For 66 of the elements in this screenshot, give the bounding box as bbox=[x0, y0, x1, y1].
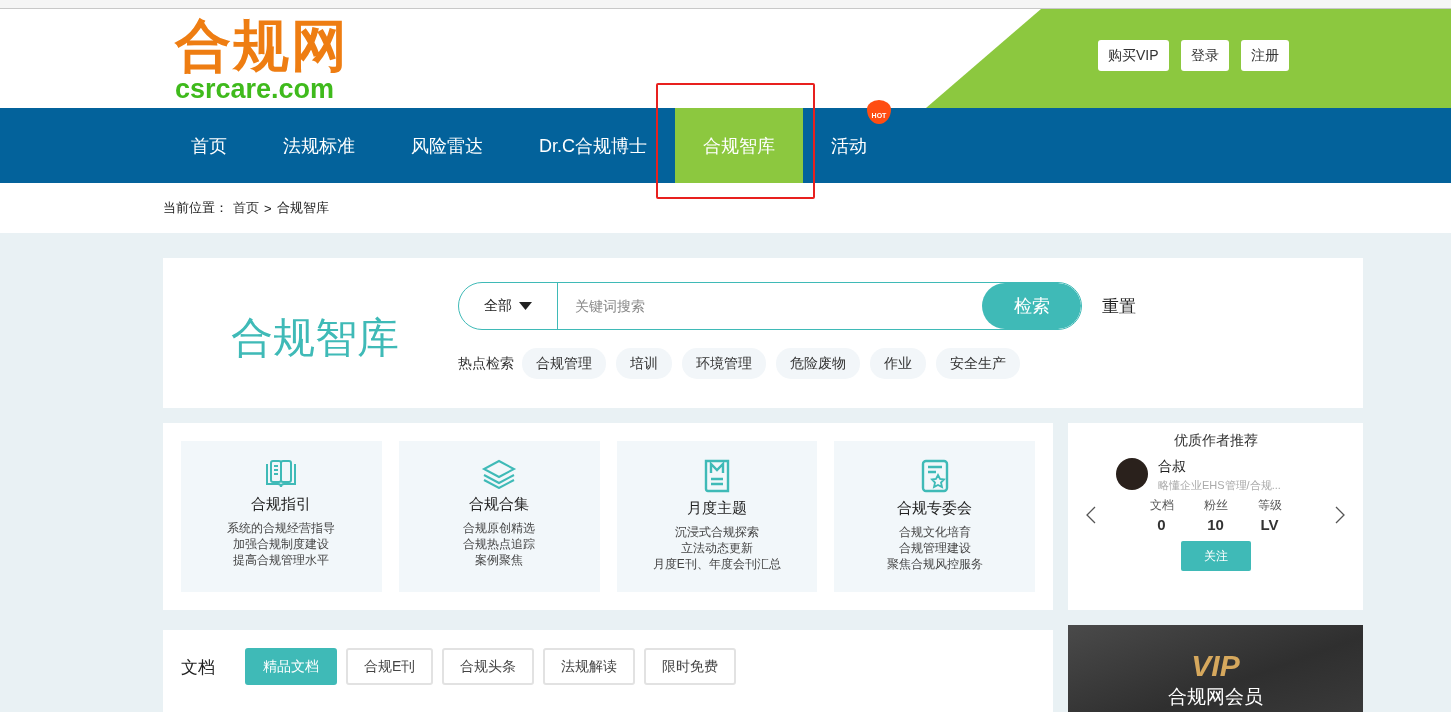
nav-item[interactable]: Dr.C合规博士 bbox=[511, 108, 675, 183]
header-button[interactable]: 购买VIP bbox=[1098, 40, 1169, 71]
stat-label: 文档 bbox=[1149, 497, 1174, 514]
feature-description: 提高合规管理水平 bbox=[233, 552, 330, 568]
chevron-left-icon[interactable] bbox=[1086, 506, 1096, 524]
feature-card[interactable]: 月度主题 沉浸式合规探索 立法动态更新 月度E刊、年度会刊汇总 bbox=[616, 441, 818, 592]
author-name[interactable]: 合叔 bbox=[1158, 458, 1281, 476]
breadcrumb-link[interactable]: 首页 bbox=[233, 199, 259, 217]
document-tab[interactable]: 限时免费 bbox=[644, 648, 737, 685]
feature-title: 合规专委会 bbox=[897, 499, 973, 518]
feature-card[interactable]: 合规合集 合规原创精选 合规热点追踪 案例聚焦 bbox=[398, 441, 600, 592]
feature-description: 系统的合规经营指导 bbox=[227, 520, 336, 536]
breadcrumb-label: 当前位置： bbox=[163, 199, 228, 217]
section-title: 文档 bbox=[181, 657, 216, 679]
hot-tag[interactable]: 合规管理 bbox=[522, 348, 606, 379]
feature-description: 合规原创精选 bbox=[463, 520, 536, 536]
vip-title: 合规网会员 bbox=[1168, 687, 1263, 706]
nav-item[interactable]: 法规标准 bbox=[255, 108, 383, 183]
hot-tag[interactable]: 安全生产 bbox=[936, 348, 1020, 379]
avatar[interactable] bbox=[1116, 458, 1148, 490]
nav-item[interactable]: 活动 bbox=[803, 108, 867, 183]
document-m-icon bbox=[702, 459, 731, 493]
reset-button[interactable]: 重置 bbox=[1102, 294, 1136, 318]
hot-search-label: 热点检索 bbox=[458, 354, 514, 373]
feature-description: 合规热点追踪 bbox=[463, 536, 536, 552]
feature-description: 立法动态更新 bbox=[680, 540, 753, 556]
breadcrumb-separator: > bbox=[264, 200, 272, 216]
header-button[interactable]: 注册 bbox=[1240, 40, 1289, 71]
feature-title: 合规指引 bbox=[251, 495, 312, 514]
feature-title: 合规合集 bbox=[469, 495, 530, 514]
feature-description: 加强合规制度建设 bbox=[233, 536, 330, 552]
feature-description: 合规管理建设 bbox=[898, 540, 971, 556]
stat-label: 粉丝 bbox=[1203, 497, 1228, 514]
chevron-right-icon[interactable] bbox=[1335, 506, 1345, 524]
certificate-icon bbox=[920, 459, 949, 493]
breadcrumb-current: 合规智库 bbox=[276, 199, 329, 217]
stat-value: 0 bbox=[1157, 516, 1166, 533]
caret-icon bbox=[519, 302, 532, 310]
feature-description: 月度E刊、年度会刊汇总 bbox=[652, 556, 781, 572]
nav-item[interactable]: 首页 bbox=[163, 108, 255, 183]
feature-card[interactable]: 合规指引 系统的合规经营指导 加强合规制度建设 提高合规管理水平 bbox=[181, 441, 382, 592]
nav-item[interactable]: 风险雷达 bbox=[383, 108, 511, 183]
feature-card[interactable]: 合规专委会 合规文化培育 合规管理建设 聚焦合规风控服务 bbox=[834, 441, 1035, 592]
document-tab[interactable]: 合规E刊 bbox=[346, 648, 434, 685]
vip-logo: VIP bbox=[1191, 651, 1240, 681]
panel-title: 优质作者推荐 bbox=[1173, 432, 1258, 450]
hot-tag[interactable]: 危险废物 bbox=[776, 348, 860, 379]
feature-description: 沉浸式合规探索 bbox=[674, 524, 759, 540]
feature-description: 聚焦合规风控服务 bbox=[886, 556, 983, 572]
stat-label: 等级 bbox=[1257, 497, 1282, 514]
layers-icon bbox=[481, 459, 518, 489]
feature-description: 合规文化培育 bbox=[898, 524, 971, 540]
document-tab[interactable]: 法规解读 bbox=[543, 648, 636, 685]
stat-value: LV bbox=[1260, 516, 1279, 533]
hot-tag[interactable]: 作业 bbox=[870, 348, 926, 379]
author-bio: 略懂企业EHS管理/合规... bbox=[1158, 478, 1281, 493]
stat-value: 10 bbox=[1207, 516, 1224, 533]
book-icon bbox=[264, 459, 299, 489]
hot-tag[interactable]: 环境管理 bbox=[682, 348, 766, 379]
feature-title: 月度主题 bbox=[686, 499, 747, 518]
library-title: 合规智库 bbox=[231, 313, 400, 363]
document-tab[interactable]: 合规头条 bbox=[442, 648, 535, 685]
feature-description: 案例聚焦 bbox=[475, 552, 524, 568]
vip-banner[interactable]: VIP 合规网会员 bbox=[1068, 625, 1363, 712]
header-button[interactable]: 登录 bbox=[1180, 40, 1229, 71]
hot-tag[interactable]: 培训 bbox=[616, 348, 672, 379]
